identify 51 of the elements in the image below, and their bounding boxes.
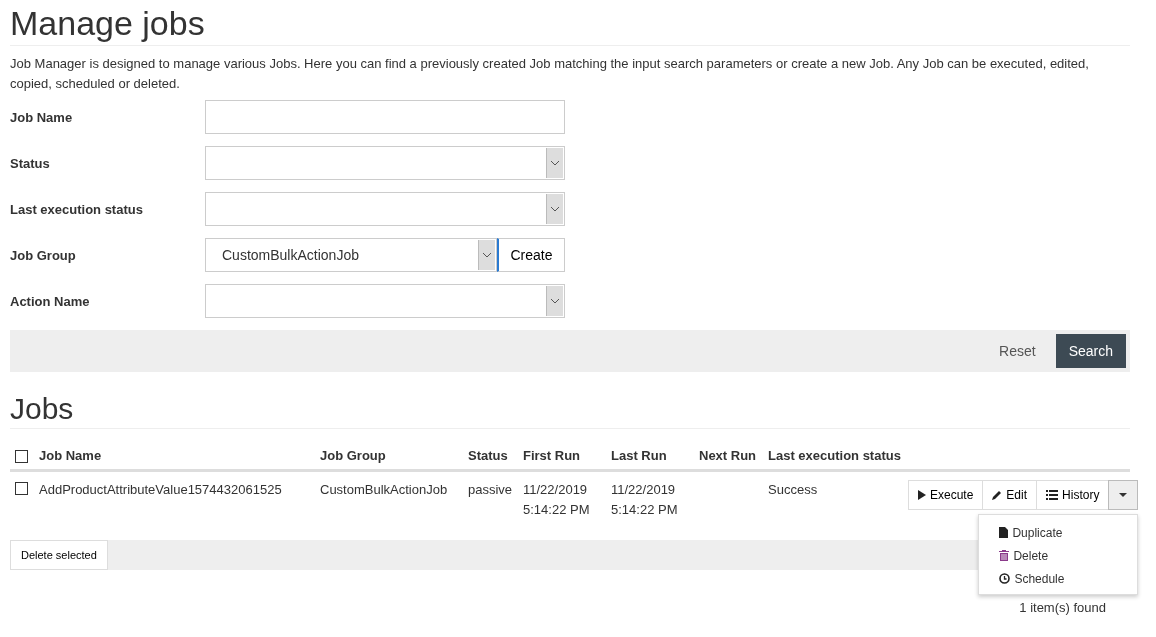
- list-icon: [1046, 490, 1059, 500]
- clock-icon: [999, 573, 1011, 584]
- menu-item[interactable]: Duplicate: [979, 521, 1138, 544]
- table-cell-text: 11/22/2019 5:14:22 PM: [523, 481, 591, 519]
- column-header: Last Run: [611, 448, 668, 463]
- table-cell-text: passive: [468, 481, 513, 499]
- action-button[interactable]: Execute: [908, 480, 984, 510]
- dropdown-toggle[interactable]: [1108, 480, 1139, 510]
- document-icon: [999, 527, 1009, 538]
- result-count: 1 item(s) found: [1019, 600, 1106, 615]
- menu-item[interactable]: Delete: [979, 544, 1138, 567]
- chevron-icon: [546, 194, 563, 224]
- menu-item[interactable]: Schedule: [979, 567, 1138, 590]
- field-label: Last execution status: [10, 201, 144, 217]
- select-field[interactable]: [205, 146, 565, 180]
- action-button[interactable]: Edit: [982, 480, 1038, 510]
- table-cell-text: AddProductAttributeValue1574432061525: [39, 481, 282, 499]
- field-label: Job Name: [10, 109, 74, 125]
- create-button[interactable]: Create: [497, 238, 565, 272]
- section-title: Jobs: [10, 392, 1130, 429]
- caret-icon: [1119, 493, 1128, 497]
- table-cell-text: Success: [768, 481, 818, 499]
- select-field[interactable]: CustomBulkActionJob: [205, 238, 497, 272]
- delete-selected-button[interactable]: Delete selected: [10, 540, 108, 570]
- column-header: Last execution status: [768, 448, 902, 463]
- trash-icon: [999, 550, 1010, 561]
- field-label: Status: [10, 155, 51, 171]
- checkbox[interactable]: [15, 450, 28, 463]
- column-header: Next Run: [699, 448, 758, 463]
- table-cell-text: 11/22/2019 5:14:22 PM: [611, 481, 679, 519]
- column-header: Job Name: [39, 448, 103, 463]
- description-text: Job Manager is designed to manage various Jobs. Here you can find a previously created Job matching the input search parameters or create a new Job. Any Job can be executed, edited, copied, scheduled or deleted.: [10, 55, 1090, 93]
- pencil-icon: [992, 490, 1003, 500]
- play-icon: [918, 490, 926, 500]
- select-field[interactable]: [205, 284, 565, 318]
- page-title: Manage jobs: [10, 0, 1130, 46]
- field-label: Action Name: [10, 293, 91, 309]
- table-cell-text: CustomBulkActionJob: [320, 481, 448, 499]
- column-header: Status: [468, 448, 509, 463]
- chevron-icon: [546, 286, 563, 316]
- select-field[interactable]: [205, 192, 565, 226]
- column-header: Job Group: [320, 448, 387, 463]
- checkbox[interactable]: [15, 482, 28, 495]
- chevron-icon: [478, 240, 495, 270]
- chevron-icon: [546, 148, 563, 178]
- field-label: Job Group: [10, 247, 77, 263]
- job-name-field[interactable]: [205, 100, 565, 134]
- column-header: First Run: [523, 448, 582, 463]
- action-button[interactable]: History: [1036, 480, 1110, 510]
- search-button[interactable]: Search: [1055, 334, 1126, 368]
- reset-button[interactable]: Reset: [989, 335, 1046, 367]
